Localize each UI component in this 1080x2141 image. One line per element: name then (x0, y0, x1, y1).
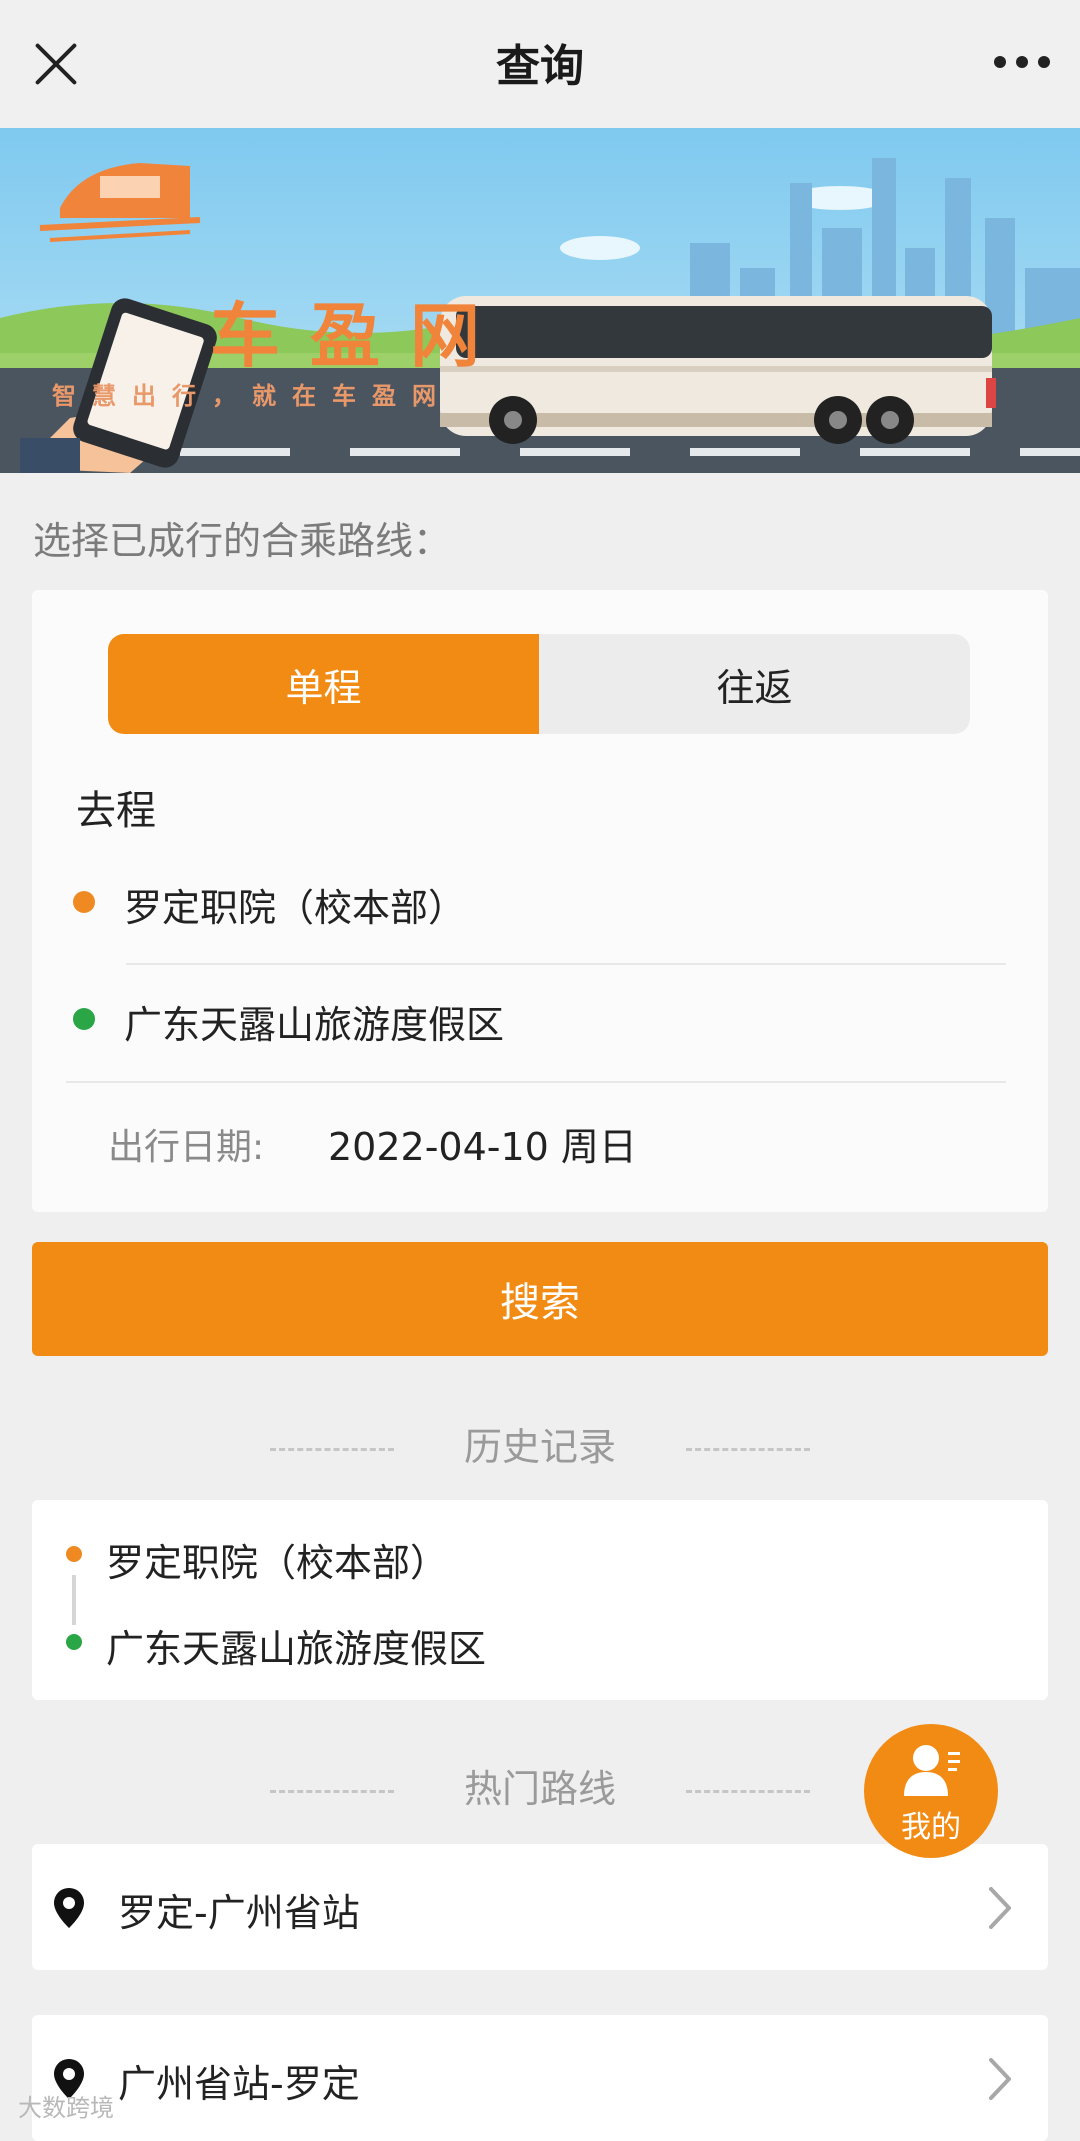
history-destination-dot (66, 1634, 82, 1650)
history-heading: 历史记录 (0, 1416, 1080, 1471)
hot-route-label: 广州省站-罗定 (118, 2062, 360, 2106)
hot-routes-title: 热门路线 (463, 1767, 616, 1811)
search-button[interactable]: 搜索 (32, 1242, 1048, 1356)
hot-route-item[interactable]: 广州省站-罗定 (32, 2015, 1048, 2141)
top-bar: 查询 (0, 0, 1080, 128)
date-label: 出行日期: (108, 1127, 265, 1168)
history-title: 历史记录 (463, 1425, 616, 1469)
user-icon (904, 1745, 960, 1796)
destination-dot (73, 1008, 95, 1030)
date-field[interactable]: 2022-04-10 周日 (328, 1116, 637, 1171)
origin-dot (73, 891, 95, 913)
origin-field[interactable]: 罗定职院（校本部） (124, 877, 466, 932)
history-connector (72, 1575, 76, 1625)
outbound-label: 去程 (76, 788, 156, 834)
brand-name: 车盈网 (210, 295, 510, 377)
my-account-label: 我的 (901, 1810, 961, 1845)
history-destination: 广东天露山旅游度假区 (106, 1627, 487, 1671)
trip-type-toggle: 单程 往返 (108, 634, 970, 734)
history-origin-dot (66, 1546, 82, 1562)
location-pin-icon (54, 1888, 84, 1928)
chevron-right-icon (989, 1887, 1011, 1929)
banner-image: 车盈网 智慧出行，就在车盈网 (0, 128, 1080, 473)
chevron-right-icon (989, 2058, 1011, 2100)
tab-round-trip[interactable]: 往返 (539, 634, 970, 734)
more-icon[interactable] (994, 56, 1050, 70)
my-account-button[interactable]: 我的 (864, 1724, 998, 1858)
hot-route-item[interactable]: 罗定-广州省站 (32, 1844, 1048, 1970)
hot-route-label: 罗定-广州省站 (118, 1891, 360, 1935)
divider (126, 963, 1006, 965)
divider (66, 1081, 1006, 1083)
watermark: 大数跨境 (18, 2094, 114, 2122)
section-hint: 选择已成行的合乘路线： (33, 519, 452, 563)
destination-field[interactable]: 广东天露山旅游度假区 (124, 994, 504, 1049)
history-origin: 罗定职院（校本部） (106, 1541, 449, 1585)
page-title: 查询 (496, 41, 584, 92)
tab-one-way[interactable]: 单程 (108, 634, 539, 734)
brand-slogan: 智慧出行，就在车盈网 (52, 382, 452, 410)
